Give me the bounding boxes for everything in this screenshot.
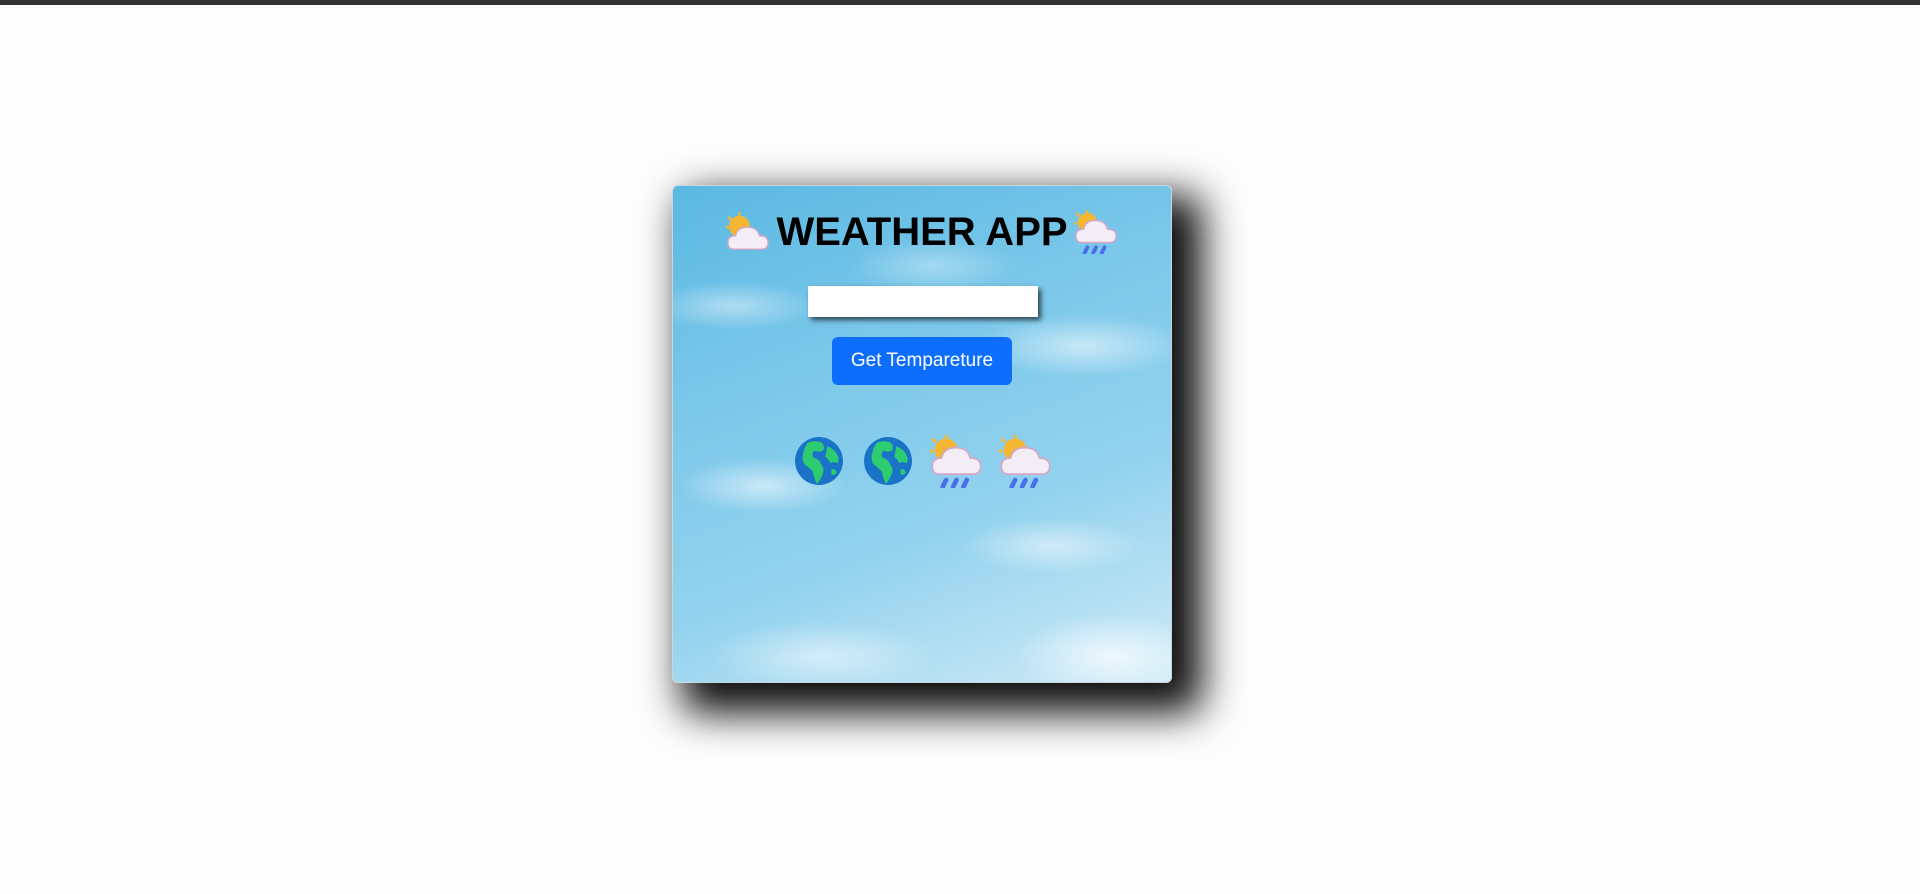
sun-behind-cloud-icon [726, 212, 770, 252]
rain-cloud-icon [999, 435, 1052, 488]
app-title: WEATHER APP [776, 209, 1068, 254]
browser-top-bar [0, 0, 1920, 5]
rain-cloud-icon [930, 435, 983, 488]
weather-card: WEATHER APP Get Tempareture [672, 185, 1172, 683]
get-temperature-button[interactable]: Get Tempareture [832, 337, 1012, 385]
cloud-with-rain-icon [1073, 210, 1118, 254]
weather-results [673, 431, 1171, 491]
city-input[interactable] [808, 286, 1038, 317]
globe-icon [792, 435, 845, 488]
globe-icon [861, 435, 914, 488]
title-row: WEATHER APP [673, 206, 1171, 258]
